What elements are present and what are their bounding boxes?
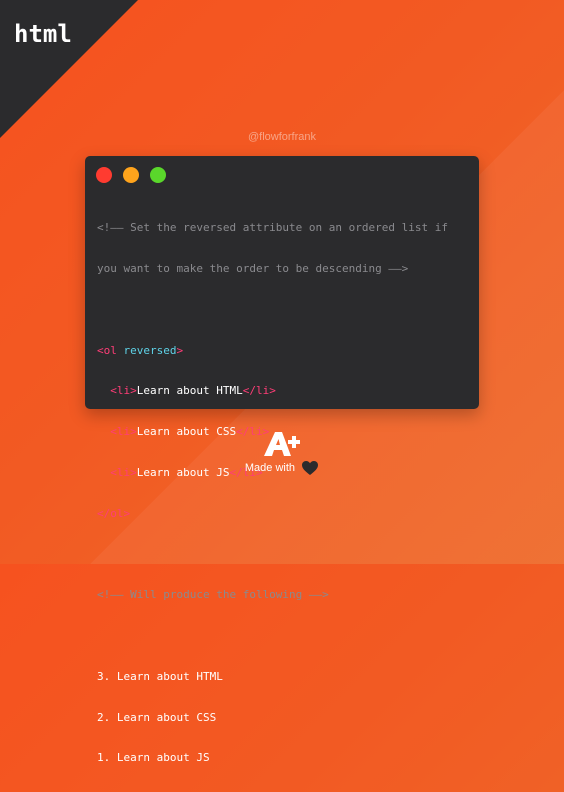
reversed-attribute: reversed bbox=[123, 343, 177, 357]
li-open-tag: <li> bbox=[110, 384, 137, 398]
li-text: Learn about HTML bbox=[136, 384, 243, 398]
li-close-tag: </li> bbox=[242, 384, 276, 398]
minimize-dot-icon bbox=[123, 167, 139, 183]
window-controls bbox=[96, 167, 166, 183]
li-line: <li>Learn about HTML</li> bbox=[97, 384, 471, 398]
li-text: Learn about CSS bbox=[136, 425, 237, 439]
comment-line: <!—— Will produce the following ——> bbox=[97, 588, 329, 602]
made-with-label: Made with bbox=[244, 461, 296, 474]
output-item: 3. Learn about HTML bbox=[97, 669, 223, 683]
code-window: <!—— Set the reversed attribute on an or… bbox=[85, 156, 479, 764]
ol-close-tag: </ol> bbox=[97, 506, 131, 520]
comment-line: you want to make the order to be descend… bbox=[97, 261, 409, 275]
ol-open-close: > bbox=[176, 343, 184, 357]
ol-open-line: <ol reversed> bbox=[97, 344, 471, 358]
author-handle: @flowforfrank bbox=[247, 131, 317, 143]
close-dot-icon bbox=[96, 167, 112, 183]
heart-icon bbox=[302, 461, 319, 475]
made-with-line: Made with bbox=[0, 460, 564, 476]
ol-open-tag: <ol bbox=[97, 343, 117, 357]
maximize-dot-icon bbox=[150, 167, 166, 183]
output-item: 2. Learn about CSS bbox=[97, 710, 217, 724]
corner-label: html bbox=[14, 20, 72, 48]
output-item: 1. Learn about JS bbox=[97, 751, 210, 765]
code-block: <!—— Set the reversed attribute on an or… bbox=[97, 194, 471, 792]
a-plus-logo-icon bbox=[264, 432, 300, 456]
li-open-tag: <li> bbox=[110, 425, 137, 439]
comment-line: <!—— Set the reversed attribute on an or… bbox=[97, 221, 448, 235]
